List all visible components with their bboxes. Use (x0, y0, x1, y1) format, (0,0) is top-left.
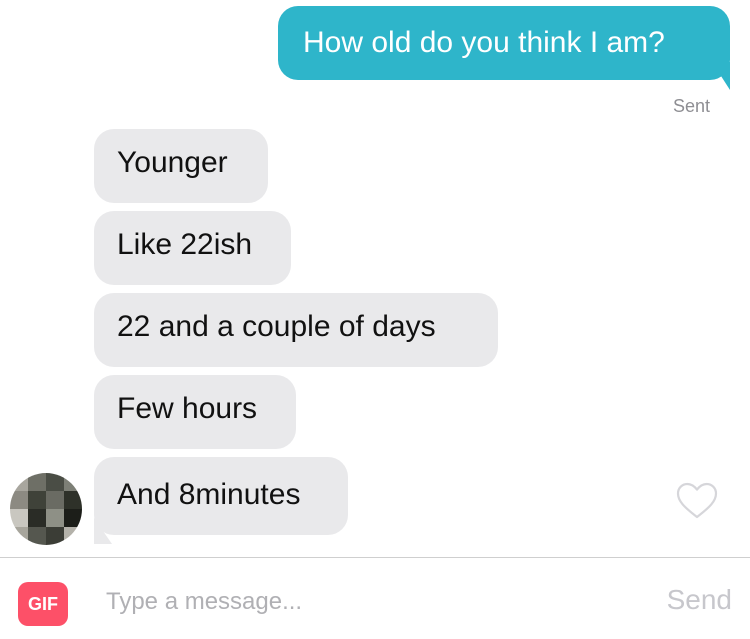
sent-message-bubble[interactable]: How old do you think I am? (278, 6, 730, 80)
message-composer: GIF Send (0, 558, 750, 639)
received-message-text: Younger (117, 146, 228, 179)
sent-bubble-tail (712, 62, 730, 90)
send-button[interactable]: Send (667, 582, 732, 618)
message-status: Sent (672, 96, 710, 116)
received-message-text: Few hours (117, 392, 258, 425)
received-message-bubble[interactable]: Few hours (94, 375, 296, 449)
sent-message-text: How old do you think I am? (303, 26, 665, 59)
received-message-bubble[interactable]: 22 and a couple of days (94, 293, 498, 367)
received-message-bubble[interactable]: And 8minutes (94, 457, 348, 535)
received-message-text: Like 22ish (117, 228, 253, 261)
message-input[interactable] (106, 584, 626, 620)
message-thread: How old do you think I am? Sent Younger … (0, 0, 750, 557)
received-message-text: And 8minutes (117, 478, 301, 511)
heart-icon[interactable] (676, 482, 718, 520)
received-bubble-tail (94, 518, 112, 544)
received-message-bubble[interactable]: Younger (94, 129, 268, 203)
received-message-text: 22 and a couple of days (117, 310, 436, 343)
avatar[interactable] (10, 473, 82, 545)
received-message-bubble[interactable]: Like 22ish (94, 211, 291, 285)
gif-button[interactable]: GIF (18, 582, 68, 626)
